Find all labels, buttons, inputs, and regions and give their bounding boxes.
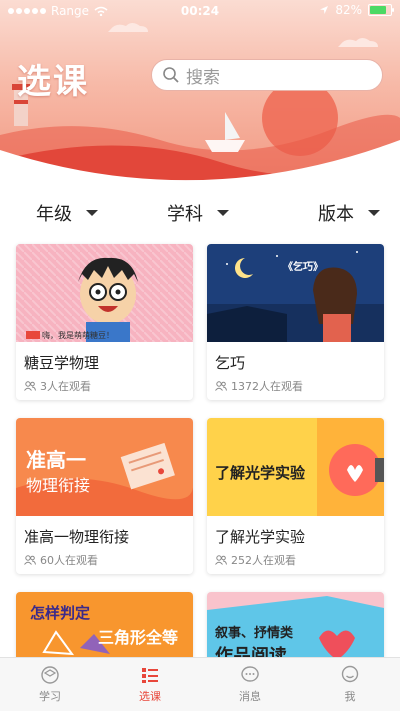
thumbnail-headline: 怎样判定 (30, 604, 91, 622)
tab-study-label: 学习 (39, 690, 61, 703)
course-card[interactable]: 《乞巧》 乞巧 1372人在观看 (207, 244, 384, 400)
battery-icon (368, 4, 394, 16)
viewers-icon (24, 381, 36, 391)
thumbnail-caption: 嗨，我是萌萌糖豆！ (42, 331, 114, 340)
chevron-down-icon (86, 210, 98, 216)
viewers-icon (215, 381, 227, 391)
status-bar: Range 00:24 82% (0, 0, 400, 22)
filter-edition[interactable]: 版本 (318, 196, 380, 230)
course-viewers-text: 3人在观看 (40, 380, 91, 393)
message-icon (241, 666, 259, 682)
course-thumbnail: 嗨，我是萌萌糖豆！ (16, 244, 193, 342)
tab-study[interactable]: 学习 (0, 658, 100, 711)
course-thumbnail: 了解光学实验 (207, 418, 384, 516)
location-arrow-icon (320, 6, 329, 14)
thumbnail-headline: 了解光学实验 (215, 464, 306, 482)
course-viewers-text: 1372人在观看 (231, 380, 303, 393)
course-viewers: 1372人在观看 (215, 378, 303, 394)
course-title: 糖豆学物理 (24, 354, 100, 372)
tab-messages-label: 消息 (239, 690, 261, 703)
viewers-icon (215, 555, 227, 565)
thumbnail-caption: 《乞巧》 (283, 262, 323, 273)
header-banner: Range 00:24 82% 选课 搜索 (0, 0, 400, 190)
wifi-icon (94, 6, 108, 16)
search-icon (163, 67, 179, 83)
course-title: 乞巧 (215, 354, 246, 372)
chevron-down-icon (217, 210, 229, 216)
bottom-navigation: 学习 选课 消息 我 (0, 657, 400, 711)
viewers-icon (24, 555, 36, 565)
filter-bar: 年级 学科 版本 (0, 196, 400, 230)
course-viewers: 60人在观看 (24, 552, 98, 568)
profile-icon (341, 665, 359, 683)
course-thumbnail: 准高一 物理衔接 (16, 418, 193, 516)
battery-percent: 82% (335, 3, 362, 17)
tab-course-selection-label: 选课 (139, 690, 161, 703)
tab-profile[interactable]: 我 (300, 658, 400, 711)
study-icon (41, 666, 59, 684)
course-viewers-text: 252人在观看 (231, 554, 296, 567)
course-thumbnail: 《乞巧》 (207, 244, 384, 342)
thumbnail-subline: 三角形全等 (98, 628, 179, 647)
filter-subject-label: 学科 (167, 204, 203, 225)
filter-grade-label: 年级 (36, 204, 72, 225)
filter-subject[interactable]: 学科 (167, 196, 229, 230)
tab-messages[interactable]: 消息 (200, 658, 300, 711)
search-placeholder: 搜索 (186, 67, 220, 88)
thumbnail-headline: 叙事、抒情类 (215, 626, 294, 641)
course-viewers: 252人在观看 (215, 552, 296, 568)
chevron-down-icon (368, 210, 380, 216)
course-card[interactable]: 嗨，我是萌萌糖豆！ 糖豆学物理 3人在观看 (16, 244, 193, 400)
course-card[interactable]: 准高一 物理衔接 准高一物理衔接 60人在观看 (16, 418, 193, 574)
tab-course-selection[interactable]: 选课 (100, 658, 200, 711)
course-title: 准高一物理衔接 (24, 528, 130, 546)
course-card[interactable]: 了解光学实验 了解光学实验 252人在观看 (207, 418, 384, 574)
course-viewers: 3人在观看 (24, 378, 91, 394)
filter-grade[interactable]: 年级 (36, 196, 98, 230)
course-viewers-text: 60人在观看 (40, 554, 98, 567)
thumbnail-subline: 物理衔接 (26, 476, 91, 495)
course-title: 了解光学实验 (215, 528, 306, 546)
signal-dots-icon (8, 8, 46, 14)
page-title: 选课 (17, 62, 89, 102)
filter-edition-label: 版本 (318, 204, 354, 225)
carrier-name: Range (51, 4, 90, 18)
search-input[interactable]: 搜索 (151, 59, 383, 91)
course-list-icon (142, 668, 158, 683)
tab-profile-label: 我 (344, 690, 356, 703)
thumbnail-headline: 准高一 (26, 448, 86, 472)
